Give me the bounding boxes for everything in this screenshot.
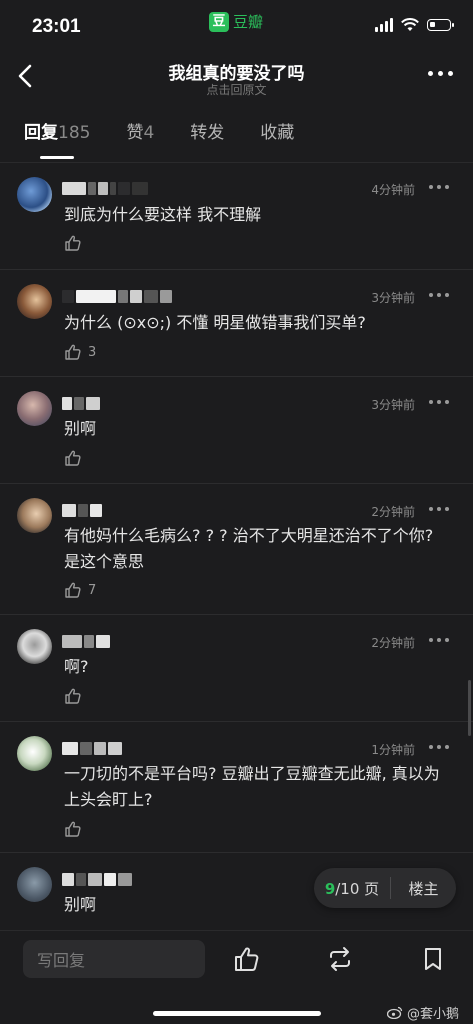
- bookmark-icon[interactable]: [419, 945, 447, 973]
- watermark: @套小鹅: [386, 1003, 459, 1022]
- home-indicator[interactable]: [153, 1011, 321, 1016]
- status-icons: [375, 18, 454, 32]
- more-options-icon[interactable]: [428, 71, 453, 76]
- username-redacted[interactable]: [62, 395, 100, 411]
- current-page: 9: [324, 879, 336, 898]
- active-tab-indicator: [40, 156, 74, 159]
- status-time: 23:01: [32, 16, 81, 37]
- like-count: 3: [88, 344, 97, 360]
- reshare-icon[interactable]: [326, 945, 354, 973]
- comment-item: 1分钟前 一刀切的不是平台吗? 豆瓣出了豆瓣查无此瓣, 真以为上头会盯上?: [0, 722, 473, 853]
- like-button[interactable]: [64, 234, 88, 252]
- thumbs-up-icon: [65, 344, 81, 360]
- tab-collections[interactable]: 收藏: [260, 118, 294, 162]
- like-count: 7: [88, 582, 97, 598]
- comment-more-icon[interactable]: [429, 400, 449, 404]
- nav-bar: 我组真的要没了吗 点击回原文: [0, 54, 473, 104]
- comment-item: 4分钟前 到底为什么要这样 我不理解: [0, 163, 473, 270]
- thumbs-up-icon: [65, 821, 81, 837]
- tab-count: 4: [143, 123, 155, 143]
- comment-text: 一刀切的不是平台吗? 豆瓣出了豆瓣查无此瓣, 真以为上头会盯上?: [64, 764, 440, 809]
- avatar[interactable]: [17, 498, 52, 533]
- douban-logo-icon: 豆: [209, 11, 229, 32]
- like-button[interactable]: [64, 449, 88, 467]
- reply-input[interactable]: 写回复: [23, 940, 205, 978]
- app-badge-name: 豆瓣: [233, 13, 264, 31]
- wifi-icon: [401, 18, 419, 31]
- like-button[interactable]: 3: [64, 343, 96, 361]
- bottom-action-bar: 写回复 @套小鹅: [0, 930, 473, 1024]
- tab-label: 赞: [126, 123, 144, 143]
- avatar[interactable]: [17, 867, 52, 902]
- comment-time: 2分钟前: [371, 636, 415, 650]
- comment-item: 2分钟前 啊?: [0, 615, 473, 722]
- comment-time: 3分钟前: [371, 291, 415, 305]
- comment-time: 3分钟前: [371, 398, 415, 412]
- comment-text: 啊?: [64, 657, 89, 676]
- comment-time: 4分钟前: [371, 183, 415, 197]
- comment-text: 有他妈什么毛病么? ? ? 治不了大明星还治不了个你? 是这个意思: [64, 526, 434, 571]
- thumbs-up-icon: [65, 688, 81, 704]
- username-redacted[interactable]: [62, 871, 132, 887]
- comment-more-icon[interactable]: [429, 638, 449, 642]
- like-button[interactable]: [64, 687, 88, 705]
- thumbs-up-icon: [65, 450, 81, 466]
- like-button[interactable]: 7: [64, 581, 96, 599]
- total-pages: /10 页: [335, 879, 380, 898]
- host-only-button[interactable]: 楼主: [391, 878, 456, 899]
- avatar[interactable]: [17, 391, 52, 426]
- thumbs-up-icon: [65, 582, 81, 598]
- username-redacted[interactable]: [62, 288, 172, 304]
- comment-item: 3分钟前 为什么 (⊙x⊙;) 不懂 明星做错事我们买单? 3: [0, 270, 473, 377]
- status-bar: 23:01 豆 豆瓣: [0, 0, 473, 54]
- tab-reshares[interactable]: 转发: [190, 118, 224, 162]
- comment-more-icon[interactable]: [429, 293, 449, 297]
- tab-likes[interactable]: 赞4: [126, 118, 154, 162]
- tab-replies[interactable]: 回复185: [24, 118, 90, 162]
- scrollbar[interactable]: [468, 680, 471, 736]
- comment-item: 2分钟前 有他妈什么毛病么? ? ? 治不了大明星还治不了个你? 是这个意思 7: [0, 484, 473, 615]
- battery-icon: [427, 19, 454, 31]
- comment-list: 4分钟前 到底为什么要这样 我不理解 3分钟前 为什么 (⊙x⊙;) 不懂 明星…: [0, 163, 473, 959]
- like-button[interactable]: [64, 820, 88, 838]
- comment-more-icon[interactable]: [429, 185, 449, 189]
- avatar[interactable]: [17, 177, 52, 212]
- comment-text: 别啊: [64, 419, 97, 438]
- signal-icon: [375, 18, 393, 32]
- tab-count: 185: [58, 123, 91, 143]
- thumbs-up-icon: [65, 235, 81, 251]
- avatar[interactable]: [17, 629, 52, 664]
- comment-item: 3分钟前 别啊: [0, 377, 473, 484]
- tab-label: 收藏: [260, 123, 295, 143]
- page-navigator: 9/10 页 楼主: [314, 868, 456, 908]
- back-to-original-link[interactable]: 点击回原文: [0, 81, 473, 98]
- comment-time: 1分钟前: [371, 743, 415, 757]
- comment-more-icon[interactable]: [429, 745, 449, 749]
- username-redacted[interactable]: [62, 633, 110, 649]
- page-indicator-button[interactable]: 9/10 页: [314, 878, 390, 899]
- screen: 23:01 豆 豆瓣 我组真的要没了吗 点击回原文 回复185 赞4 转发 收藏…: [0, 0, 473, 1024]
- comment-text: 为什么 (⊙x⊙;) 不懂 明星做错事我们买单?: [64, 313, 366, 332]
- tab-bar: 回复185 赞4 转发 收藏: [24, 118, 330, 162]
- username-redacted[interactable]: [62, 502, 102, 518]
- tab-label: 转发: [190, 123, 225, 143]
- watermark-text: @套小鹅: [406, 1007, 459, 1022]
- avatar[interactable]: [17, 736, 52, 771]
- comment-more-icon[interactable]: [429, 507, 449, 511]
- weibo-icon: [386, 1006, 403, 1019]
- username-redacted[interactable]: [62, 180, 148, 196]
- comment-time: 2分钟前: [371, 505, 415, 519]
- app-badge[interactable]: 豆 豆瓣: [209, 11, 263, 32]
- avatar[interactable]: [17, 284, 52, 319]
- comment-text: 到底为什么要这样 我不理解: [64, 205, 262, 224]
- thumbs-up-icon[interactable]: [233, 945, 261, 973]
- username-redacted[interactable]: [62, 740, 122, 756]
- tab-label: 回复: [24, 123, 58, 143]
